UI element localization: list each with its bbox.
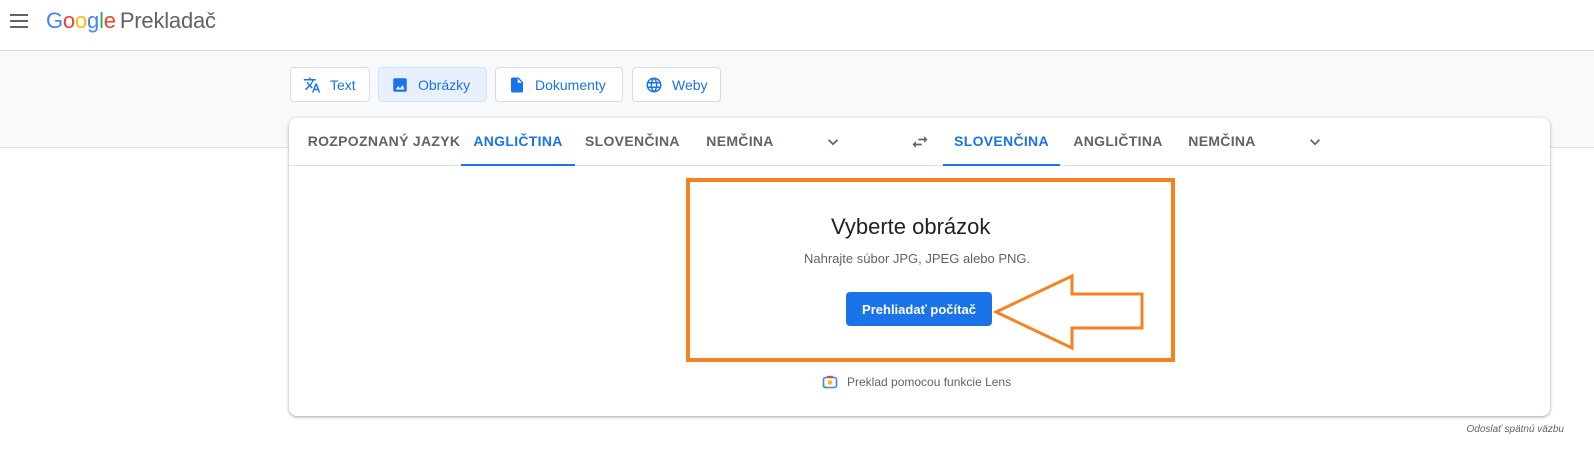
lens-label: Preklad pomocou funkcie Lens bbox=[847, 375, 1012, 389]
language-bar: ROZPOZNANÝ JAZYK ANGLIČTINA SLOVENČINA N… bbox=[289, 118, 1550, 166]
mode-documents-label: Dokumenty bbox=[535, 76, 606, 93]
mode-images-label: Obrázky bbox=[418, 76, 471, 93]
target-lang-slovak[interactable]: SLOVENČINA bbox=[943, 118, 1060, 166]
source-lang-more-chevron-icon[interactable] bbox=[823, 132, 843, 152]
product-name: Prekladač bbox=[119, 8, 216, 33]
mode-text-label: Text bbox=[330, 76, 356, 93]
menu-icon[interactable] bbox=[10, 14, 28, 28]
translate-icon bbox=[303, 76, 321, 94]
mode-images-button[interactable]: Obrázky bbox=[378, 67, 487, 102]
swap-languages-icon[interactable] bbox=[909, 132, 931, 152]
mode-websites-button[interactable]: Weby bbox=[632, 67, 721, 102]
source-lang-detect[interactable]: ROZPOZNANÝ JAZYK bbox=[306, 118, 462, 166]
annotation-arrow-icon bbox=[992, 273, 1144, 351]
target-lang-more-chevron-icon[interactable] bbox=[1305, 132, 1325, 152]
logo-letter: G bbox=[46, 8, 63, 33]
logo-letter: o bbox=[62, 8, 75, 33]
mode-websites-label: Weby bbox=[672, 76, 708, 93]
send-feedback-link[interactable]: Odoslať spätnú väzbu bbox=[1467, 424, 1565, 435]
mode-documents-button[interactable]: Dokumenty bbox=[495, 67, 623, 102]
target-lang-german[interactable]: NEMČINA bbox=[1182, 118, 1262, 166]
source-lang-english[interactable]: ANGLIČTINA bbox=[461, 118, 575, 166]
logo-letter: o bbox=[74, 8, 88, 33]
image-icon bbox=[391, 76, 409, 94]
mode-text-button[interactable]: Text bbox=[290, 67, 370, 102]
google-translate-logo[interactable]: Google Prekladač bbox=[46, 6, 216, 36]
globe-icon bbox=[645, 76, 663, 94]
lens-link[interactable]: Preklad pomocou funkcie Lens bbox=[822, 374, 1011, 390]
app-header: Google Prekladač bbox=[0, 0, 1594, 51]
source-lang-slovak[interactable]: SLOVENČINA bbox=[585, 118, 679, 166]
logo-letter: e bbox=[103, 8, 116, 33]
lens-camera-icon bbox=[822, 374, 838, 390]
document-icon bbox=[508, 76, 526, 94]
target-lang-english[interactable]: ANGLIČTINA bbox=[1070, 118, 1166, 166]
source-lang-german[interactable]: NEMČINA bbox=[700, 118, 780, 166]
logo-letter: g bbox=[87, 8, 100, 33]
